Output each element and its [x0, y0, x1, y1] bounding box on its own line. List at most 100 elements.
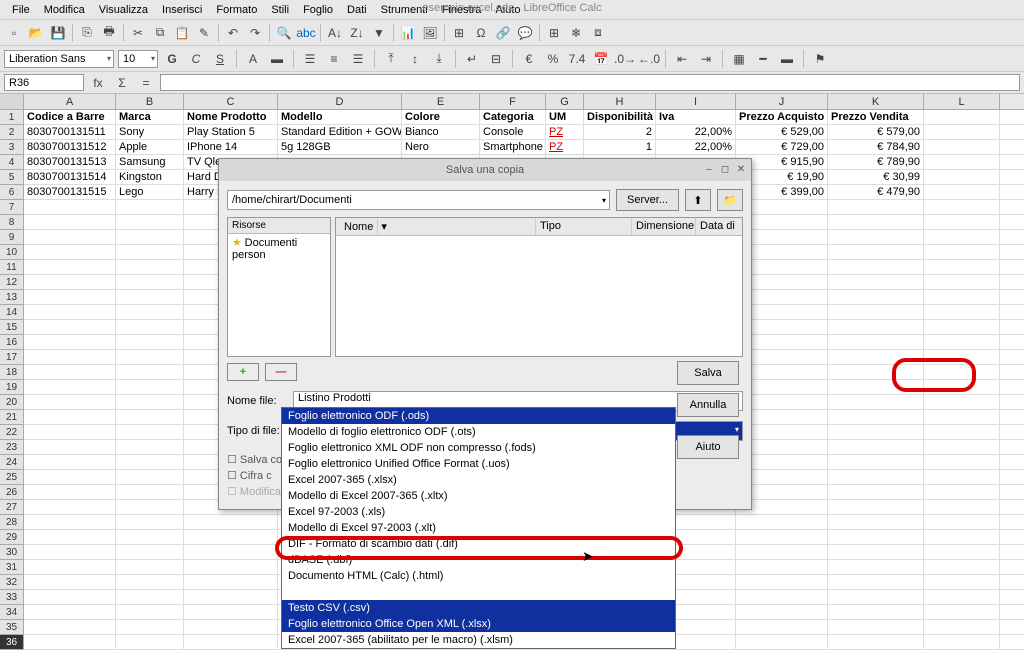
- row-header[interactable]: 20: [0, 395, 24, 410]
- cell[interactable]: 22,00%: [656, 140, 736, 154]
- omega-icon[interactable]: Ω: [471, 23, 491, 43]
- cell[interactable]: [924, 485, 1000, 499]
- cell-reference[interactable]: R36: [4, 74, 84, 91]
- cell[interactable]: [24, 605, 116, 619]
- cell[interactable]: [828, 485, 924, 499]
- cell[interactable]: [184, 605, 278, 619]
- copy-icon[interactable]: ⧉: [150, 23, 170, 43]
- cell[interactable]: [24, 575, 116, 589]
- row-header[interactable]: 31: [0, 560, 24, 575]
- row-header[interactable]: 23: [0, 440, 24, 455]
- row-header[interactable]: 33: [0, 590, 24, 605]
- italic-icon[interactable]: C: [186, 49, 206, 69]
- cell[interactable]: [116, 410, 184, 424]
- valign-mid-icon[interactable]: ↕: [405, 49, 425, 69]
- cell[interactable]: [116, 500, 184, 514]
- cell[interactable]: [924, 545, 1000, 559]
- cell[interactable]: Play Station 5: [184, 125, 278, 139]
- cell[interactable]: [736, 560, 828, 574]
- cell[interactable]: [184, 515, 278, 529]
- row-header[interactable]: 25: [0, 470, 24, 485]
- col-header[interactable]: I: [656, 94, 736, 109]
- new-folder-icon[interactable]: 📁: [717, 189, 743, 211]
- row-header[interactable]: 2: [0, 125, 24, 140]
- cell[interactable]: PZ: [546, 125, 584, 139]
- cell[interactable]: Codice a Barre: [24, 110, 116, 124]
- cell[interactable]: 8030700131515: [24, 185, 116, 199]
- col-header[interactable]: D: [278, 94, 402, 109]
- cell[interactable]: [116, 635, 184, 649]
- formula-input[interactable]: [160, 74, 1020, 91]
- cell[interactable]: Modello: [278, 110, 402, 124]
- cell[interactable]: Apple: [116, 140, 184, 154]
- paste-icon[interactable]: 📋: [172, 23, 192, 43]
- row-header[interactable]: 24: [0, 455, 24, 470]
- cell[interactable]: [828, 605, 924, 619]
- filetype-option[interactable]: Foglio elettronico XML ODF non compresso…: [282, 440, 675, 456]
- cell[interactable]: 1: [584, 140, 656, 154]
- close-icon[interactable]: ✕: [735, 164, 747, 176]
- cell[interactable]: [924, 305, 1000, 319]
- valign-bot-icon[interactable]: ⤓: [429, 49, 449, 69]
- image-icon[interactable]: 🖼: [420, 23, 440, 43]
- cell[interactable]: [116, 290, 184, 304]
- fx-icon[interactable]: fx: [88, 73, 108, 93]
- currency-icon[interactable]: €: [519, 49, 539, 69]
- cell[interactable]: [924, 455, 1000, 469]
- font-color-icon[interactable]: A: [243, 49, 263, 69]
- cell[interactable]: Marca: [116, 110, 184, 124]
- cond-format-icon[interactable]: ⚑: [810, 49, 830, 69]
- save-icon[interactable]: 💾: [48, 23, 68, 43]
- cell[interactable]: [828, 230, 924, 244]
- cell[interactable]: [116, 245, 184, 259]
- cell[interactable]: [924, 440, 1000, 454]
- cell[interactable]: Nome Prodotto: [184, 110, 278, 124]
- cell[interactable]: [116, 395, 184, 409]
- cell[interactable]: [924, 110, 1000, 124]
- cell[interactable]: 8030700131512: [24, 140, 116, 154]
- col-header[interactable]: B: [116, 94, 184, 109]
- redo-icon[interactable]: ↷: [245, 23, 265, 43]
- cell[interactable]: Kingston: [116, 170, 184, 184]
- cell[interactable]: 22,00%: [656, 125, 736, 139]
- cell[interactable]: [24, 410, 116, 424]
- filetype-option[interactable]: Documento HTML (Calc) (.html): [282, 568, 675, 584]
- cell[interactable]: [736, 575, 828, 589]
- cell[interactable]: [24, 530, 116, 544]
- merge-icon[interactable]: ⊟: [486, 49, 506, 69]
- cell[interactable]: UM: [546, 110, 584, 124]
- cell[interactable]: [828, 560, 924, 574]
- cell[interactable]: [924, 125, 1000, 139]
- cell[interactable]: [116, 620, 184, 634]
- row-header[interactable]: 11: [0, 260, 24, 275]
- filetype-option[interactable]: [282, 584, 675, 600]
- cell[interactable]: 8030700131513: [24, 155, 116, 169]
- cell[interactable]: [116, 530, 184, 544]
- align-center-icon[interactable]: ≡: [324, 49, 344, 69]
- cell[interactable]: [924, 290, 1000, 304]
- menu-stili[interactable]: Stili: [265, 2, 295, 18]
- cell[interactable]: [828, 575, 924, 589]
- percent-icon[interactable]: %: [543, 49, 563, 69]
- bold-icon[interactable]: G: [162, 49, 182, 69]
- row-header[interactable]: 32: [0, 575, 24, 590]
- cell[interactable]: [828, 590, 924, 604]
- row-header[interactable]: 18: [0, 365, 24, 380]
- cell[interactable]: [924, 395, 1000, 409]
- cell[interactable]: Smartphone: [480, 140, 546, 154]
- menu-modifica[interactable]: Modifica: [38, 2, 91, 18]
- cell[interactable]: [24, 335, 116, 349]
- cell[interactable]: [924, 560, 1000, 574]
- cell[interactable]: 8030700131511: [24, 125, 116, 139]
- cell[interactable]: [924, 215, 1000, 229]
- cell[interactable]: [828, 440, 924, 454]
- cell[interactable]: [828, 290, 924, 304]
- cell[interactable]: [924, 230, 1000, 244]
- add-location-button[interactable]: +: [227, 363, 259, 381]
- menu-visualizza[interactable]: Visualizza: [93, 2, 154, 18]
- cell[interactable]: [116, 485, 184, 499]
- col-type[interactable]: Tipo: [536, 218, 632, 235]
- row-header[interactable]: 16: [0, 335, 24, 350]
- cell[interactable]: Standard Edition + GOWR: [278, 125, 402, 139]
- col-header[interactable]: J: [736, 94, 828, 109]
